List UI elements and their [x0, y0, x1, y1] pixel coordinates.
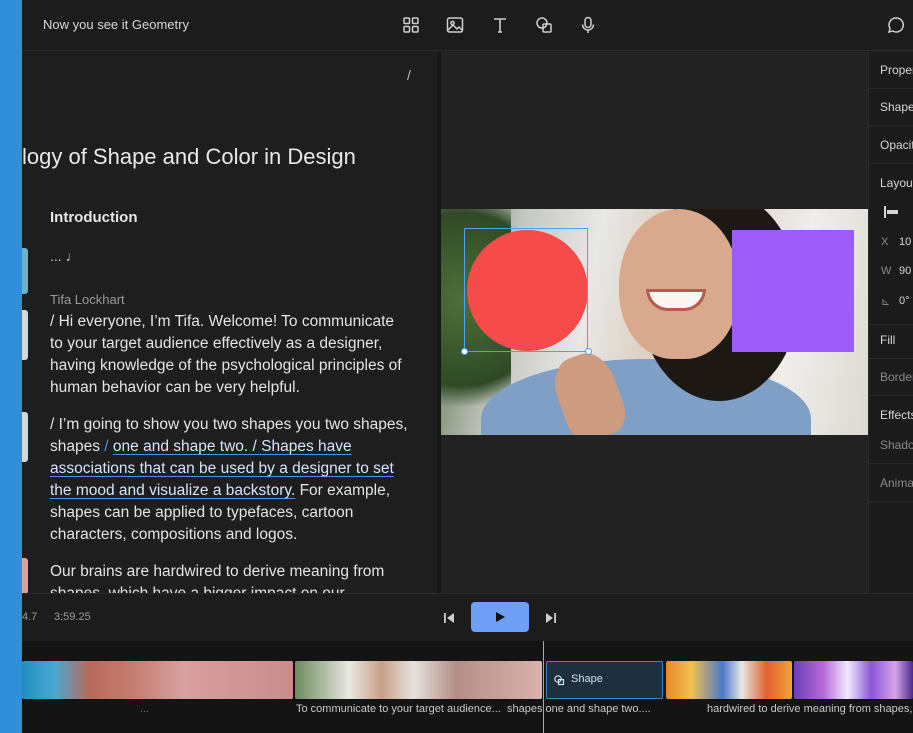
timeline-clip[interactable] [794, 661, 913, 699]
fill-section[interactable]: Fill [869, 322, 913, 359]
microphone-button[interactable] [575, 12, 601, 38]
scene-thumbnail-edge[interactable] [22, 310, 28, 360]
shapes-icon [536, 17, 552, 33]
playback-controls: 4.7 3:59.25 [22, 593, 913, 641]
rotation-key: ⊾ [881, 296, 891, 308]
text-button[interactable] [487, 12, 513, 38]
media-button[interactable] [442, 12, 468, 38]
w-key: W [881, 265, 892, 277]
script-heading[interactable]: logy of Shape and Color in Design [22, 144, 356, 170]
skip-back-icon[interactable] [440, 609, 458, 627]
x-key: X [881, 236, 889, 248]
border-label: Border [880, 370, 913, 384]
clip-caption: To communicate to your target audience..… [296, 703, 501, 715]
play-button[interactable] [471, 602, 529, 632]
current-time: 4.7 [22, 611, 38, 623]
shapes-button[interactable] [531, 12, 557, 38]
x-value-field[interactable]: 10 [899, 236, 911, 248]
play-icon [496, 612, 505, 622]
shadow-label: Shado [880, 438, 913, 452]
app-window: Now you see it Geometry / logy of Shape … [0, 0, 913, 733]
shape-section[interactable]: Shape [869, 89, 913, 126]
scene-marker[interactable]: / [407, 67, 411, 83]
scene-preview[interactable] [441, 209, 868, 435]
width-value-field[interactable]: 90 [899, 265, 911, 277]
properties-label: Proper [880, 63, 913, 77]
shape-layer-clip[interactable]: Shape [546, 661, 663, 699]
timeline-clip[interactable] [295, 661, 542, 699]
scene-thumbnail-edge[interactable] [22, 558, 28, 593]
top-bar: Now you see it Geometry [22, 0, 913, 51]
align-left-icon[interactable] [884, 206, 898, 218]
clip-caption: ... [140, 703, 150, 715]
properties-header[interactable]: Proper [869, 52, 913, 89]
resize-handle[interactable] [585, 348, 592, 355]
total-duration: 3:59.25 [54, 611, 91, 623]
timeline-clip[interactable] [22, 661, 293, 699]
music-marker[interactable]: ... ♩ [50, 248, 80, 264]
text-icon [494, 18, 506, 33]
clip-caption: hardwired to derive meaning from shapes, [707, 703, 913, 715]
grid-icon [403, 17, 419, 33]
script-panel[interactable]: / logy of Shape and Color in Design Intr… [22, 52, 437, 593]
image-icon [446, 17, 464, 33]
effects-label: Effects [880, 408, 913, 422]
timeline-clip[interactable] [666, 661, 792, 699]
canvas-area[interactable] [441, 52, 868, 593]
scene-thumbnail-edge[interactable] [22, 248, 28, 294]
scenes-grid-button[interactable] [398, 12, 424, 38]
border-section[interactable]: Border [869, 359, 913, 396]
scene-break-marker[interactable]: / [104, 438, 113, 455]
section-title[interactable]: Introduction [50, 209, 137, 226]
shapes-icon [554, 675, 565, 686]
script-paragraph[interactable]: / Hi everyone, I’m Tifa. Welcome! To com… [50, 311, 410, 399]
rotation-value-field[interactable]: 0° [899, 295, 910, 307]
timeline[interactable]: Shape ... To communicate to your target … [22, 641, 913, 733]
skip-forward-icon[interactable] [542, 609, 560, 627]
accent-strip [0, 0, 22, 733]
comment-button[interactable] [883, 12, 909, 38]
comment-icon [887, 17, 905, 34]
animate-section[interactable]: Anima [869, 465, 913, 502]
person-face [619, 209, 739, 359]
clip-caption: shapes one and shape two.... [507, 703, 651, 715]
shape-label: Shape [880, 100, 913, 114]
animate-label: Anima [880, 476, 913, 490]
script-paragraph[interactable]: Our brains are hardwired to derive meani… [50, 561, 410, 593]
shadow-section[interactable]: Shado [869, 427, 913, 464]
opacity-label: Opacit [880, 138, 913, 152]
script-paragraph[interactable]: / I’m going to show you two shapes you t… [50, 414, 410, 546]
playhead[interactable] [543, 641, 544, 733]
layout-label: Layout [880, 176, 913, 190]
fill-label: Fill [880, 333, 896, 347]
document-title[interactable]: Now you see it Geometry [43, 17, 189, 32]
microphone-icon [581, 16, 595, 33]
properties-panel: Proper Shape Opacit Layout X 10 W 90 ⊾ 0… [868, 52, 913, 593]
square-shape[interactable] [732, 230, 854, 352]
selection-box[interactable] [464, 228, 588, 352]
shape-clip-label: Shape [571, 673, 603, 685]
opacity-section[interactable]: Opacit [869, 127, 913, 164]
speaker-name[interactable]: Tifa Lockhart [50, 292, 125, 307]
scene-thumbnail-edge[interactable] [22, 412, 28, 462]
resize-handle[interactable] [461, 348, 468, 355]
